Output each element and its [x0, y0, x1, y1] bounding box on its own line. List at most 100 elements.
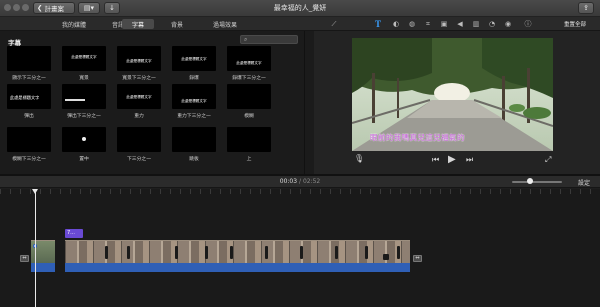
- skip-forward-icon[interactable]: ⏭︎: [466, 156, 473, 164]
- title-tile[interactable]: 顯示下三分之一: [7, 46, 51, 81]
- title-label: 錄爆: [189, 76, 199, 81]
- title-preview-text: 此處是標題文字: [126, 59, 152, 63]
- title-tile[interactable]: 跳板: [172, 127, 216, 162]
- dancer-figure: [127, 246, 130, 259]
- title-tile[interactable]: 此處是標題文字 彈出: [7, 84, 51, 119]
- dancer-figure: [265, 246, 268, 259]
- tab-transitions[interactable]: 過場效果: [208, 19, 242, 29]
- timeline-settings-button[interactable]: 設定: [578, 178, 590, 187]
- title-thumbnail: [227, 84, 271, 109]
- title-tile[interactable]: 此處是標題文字 寬景: [62, 46, 106, 81]
- title-tile[interactable]: 置中: [62, 127, 106, 162]
- title-tile[interactable]: 此處是標題文字 重力下三分之一: [172, 84, 216, 119]
- dancer-figure: [365, 246, 368, 259]
- title-thumbnail: [117, 127, 161, 152]
- title-preview-text: 此處是標題文字: [181, 57, 207, 61]
- title-thumbnail: [62, 84, 106, 109]
- title-preview-text: 此處是標題文字: [181, 99, 207, 103]
- title-clip[interactable]: 7...: [65, 229, 83, 238]
- download-arrow-icon: ↓: [109, 4, 115, 12]
- title-thumbnail: [227, 127, 271, 152]
- minimize-window-button[interactable]: [13, 4, 20, 11]
- media-browser-tabs: 我的媒體 音訊 字幕 背景 過場效果: [0, 17, 314, 31]
- speed-icon[interactable]: ◔: [488, 20, 496, 28]
- zoom-window-button[interactable]: [22, 4, 29, 11]
- tab-my-media[interactable]: 我的媒體: [58, 19, 90, 29]
- dancer-figure: [105, 246, 108, 259]
- tab-titles[interactable]: 字幕: [122, 19, 154, 29]
- dancer-figure: [397, 246, 400, 259]
- trim-handle-right[interactable]: ⇔: [413, 255, 422, 262]
- playhead-handle[interactable]: [32, 189, 38, 194]
- total-duration: 02:52: [302, 178, 321, 185]
- title-thumbnail: [7, 46, 51, 71]
- skip-back-icon[interactable]: ⏮︎: [432, 156, 439, 164]
- title-label: 寬景下三分之一: [122, 76, 156, 81]
- zoom-slider-track[interactable]: [512, 181, 562, 183]
- title-thumbnail: 此處是標題文字: [7, 84, 51, 109]
- title-tile[interactable]: 此處是標題文字 錄爆: [172, 46, 216, 81]
- close-window-button[interactable]: [4, 4, 11, 11]
- library-toggle-button[interactable]: ▤▾: [78, 2, 100, 14]
- title-label: 下三分之一: [127, 157, 151, 162]
- title-label: 重力下三分之一: [177, 114, 211, 119]
- titles-browser: 字幕 ⌕ 顯示下三分之一 此處是標題文字 寬景 此處是標題文字 寬景下三分之一 …: [0, 31, 304, 174]
- subtitle-overlay[interactable]: 眼前的我嗎真兒這兒福氣的: [370, 132, 465, 143]
- timeline[interactable]: 7... ⇔ ⇔: [0, 189, 600, 307]
- play-icon[interactable]: ▶: [448, 155, 456, 165]
- title-tile[interactable]: 模糊下三分之一: [7, 127, 51, 162]
- browser-scrollbar[interactable]: [304, 31, 314, 174]
- tab-backgrounds[interactable]: 背景: [165, 19, 189, 29]
- title-thumbnail: 此處是標題文字: [62, 46, 106, 71]
- title-tile[interactable]: 下三分之一: [117, 127, 161, 162]
- chevron-left-icon: ❮: [37, 4, 43, 12]
- title-label: 跳板: [189, 157, 199, 162]
- noise-reduction-icon[interactable]: ▥: [472, 20, 480, 28]
- current-time: 00:03: [279, 178, 298, 185]
- import-media-button[interactable]: ↓: [104, 2, 120, 14]
- voiceover-microphone-icon[interactable]: 🎙︎: [354, 155, 364, 163]
- audio-waveform[interactable]: [65, 263, 410, 272]
- title-label: 上: [246, 157, 252, 162]
- title-text-icon[interactable]: T: [374, 20, 382, 29]
- title-tile[interactable]: 此處是標題文字 寬景下三分之一: [117, 46, 161, 81]
- back-to-projects-button[interactable]: ❮ 計畫案: [33, 2, 75, 14]
- title-tile[interactable]: 模糊: [227, 84, 271, 119]
- title-tile[interactable]: 上: [227, 127, 271, 162]
- title-thumbnail: 此處是標題文字: [172, 46, 216, 71]
- time-separator: /: [298, 178, 302, 185]
- crop-icon[interactable]: ⌗: [424, 20, 432, 28]
- search-input[interactable]: ⌕: [240, 35, 298, 44]
- color-balance-icon[interactable]: ◐: [392, 20, 400, 28]
- clip-filter-icon[interactable]: ◉: [504, 20, 512, 28]
- timecode-display: 00:03 / 02:52: [0, 178, 600, 185]
- clip-filmstrip: [65, 241, 410, 263]
- dancer-figure: [230, 246, 233, 259]
- trim-handle-left[interactable]: ⇔: [20, 255, 29, 262]
- playhead[interactable]: [35, 189, 36, 307]
- info-icon[interactable]: ⓘ: [524, 20, 532, 28]
- title-thumbnail: [62, 127, 106, 152]
- title-thumbnail: 此處是標題文字: [117, 46, 161, 71]
- volume-icon[interactable]: ◀: [456, 20, 464, 28]
- title-tile[interactable]: 此處是標題文字 錄爆下三分之一: [227, 46, 271, 81]
- video-clip[interactable]: [65, 240, 410, 263]
- title-tile[interactable]: 彈出下三分之一: [62, 84, 106, 119]
- fullscreen-icon[interactable]: ⤢: [545, 156, 551, 164]
- search-icon: ⌕: [244, 36, 248, 43]
- title-thumbnail: 此處是標題文字: [227, 46, 271, 71]
- stabilization-icon[interactable]: ▣: [440, 20, 448, 28]
- title-label: 寬景: [79, 76, 89, 81]
- title-preview-text: 此處是標題文字: [71, 55, 97, 59]
- color-correction-icon[interactable]: ◍: [408, 20, 416, 28]
- magic-wand-icon[interactable]: ⟋: [330, 20, 338, 28]
- title-preview-text: 此處是標題文字: [236, 61, 262, 65]
- dancer-figure: [335, 246, 338, 259]
- reset-all-button[interactable]: 重置全部: [564, 20, 586, 28]
- share-button[interactable]: ⇪: [578, 2, 594, 14]
- video-preview[interactable]: 眼前的我嗎真兒這兒福氣的: [352, 38, 553, 151]
- title-tile[interactable]: 此處是標題文字 重力: [117, 84, 161, 119]
- zoom-slider-knob[interactable]: [527, 178, 533, 184]
- dancer-figure: [300, 246, 303, 259]
- title-thumbnail: [7, 127, 51, 152]
